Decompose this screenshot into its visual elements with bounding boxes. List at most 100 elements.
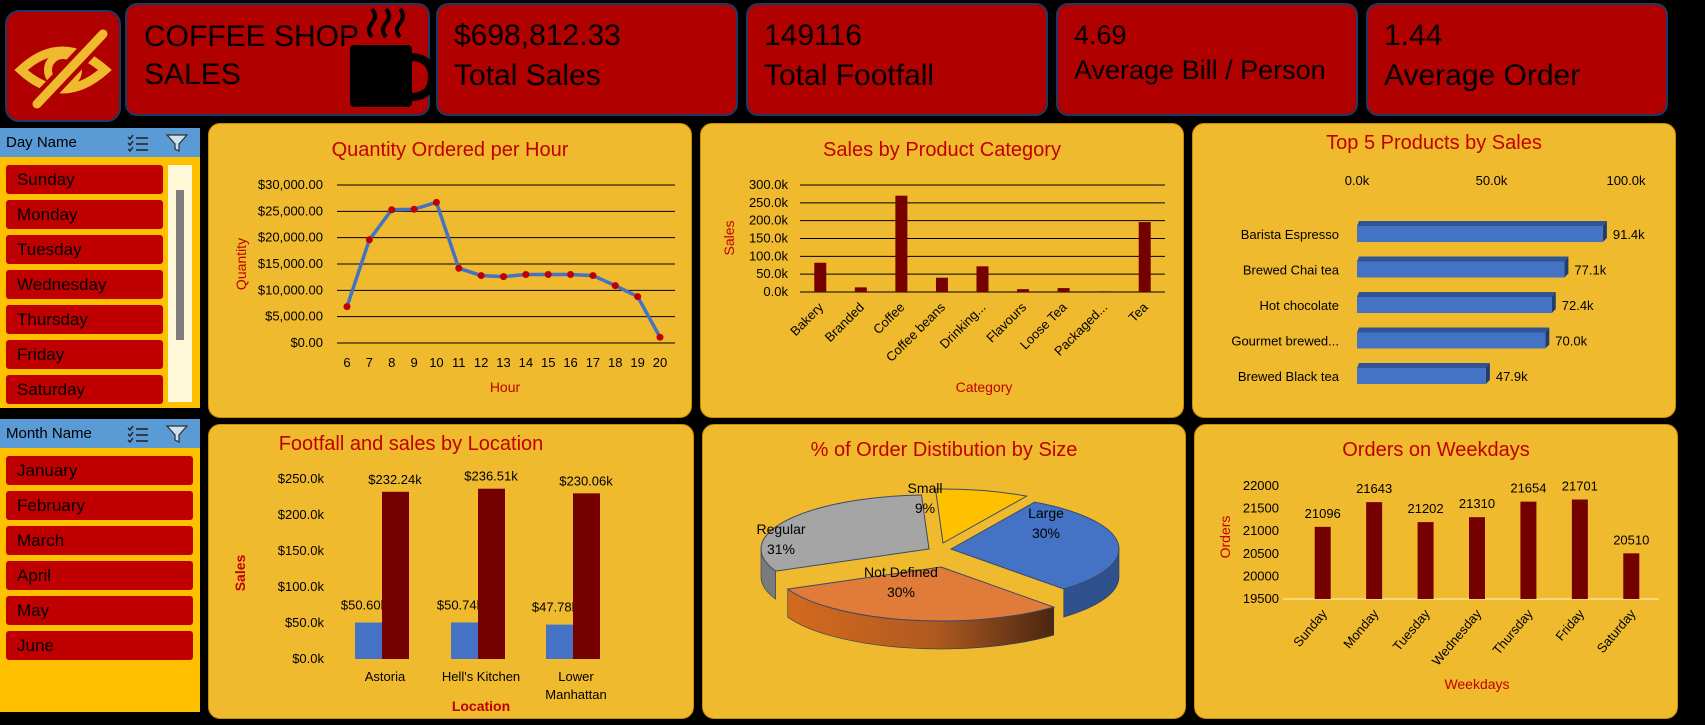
- x-tick-label: Branded: [822, 300, 867, 345]
- data-label: 47.9k: [1496, 369, 1528, 384]
- dashboard-title-line1: COFFEE SHOP: [144, 20, 360, 53]
- data-point: [522, 271, 530, 279]
- y-tick-label: Brewed Chai tea: [1243, 263, 1340, 278]
- location-bar: [478, 488, 505, 659]
- scrollbar-thumb[interactable]: [176, 190, 184, 340]
- avg-bill-label: Average Bill / Person: [1074, 55, 1326, 85]
- data-point: [656, 333, 664, 341]
- x-tick-label: 11: [452, 355, 466, 370]
- x-tick-label: 19: [630, 355, 644, 370]
- panel-top-products: Top 5 Products by Sales 0.0k 50.0k 100.0k B…: [1192, 123, 1676, 418]
- x-tick-label: 10: [429, 355, 443, 370]
- day-name-slicer: Day Name Sunday Monday Tuesday Wednesday Thu…: [0, 128, 200, 408]
- x-tick-label: Tea: [1125, 299, 1151, 325]
- y-tick-label: $50.0k: [285, 615, 325, 630]
- total-sales-label: Total Sales: [454, 59, 601, 92]
- slicer-item-june[interactable]: June: [6, 631, 193, 660]
- slicer-item-april[interactable]: April: [6, 561, 193, 590]
- x-tick-label: Coffee: [870, 300, 908, 338]
- y-tick-label: $0.00: [290, 335, 323, 350]
- data-point: [388, 206, 396, 214]
- slice-label: Regular: [756, 521, 805, 537]
- category-bar: [814, 262, 827, 292]
- slice-label: Small: [907, 480, 942, 496]
- y-axis-label: Orders: [1217, 516, 1233, 559]
- y-tick-label: $15,000.00: [258, 256, 323, 271]
- data-label: $47.78k: [532, 600, 579, 615]
- slicer-item-may[interactable]: May: [6, 596, 193, 625]
- bar-top-face: [1357, 363, 1490, 368]
- product-bar: [1357, 261, 1565, 278]
- location-bar: [573, 493, 600, 659]
- weekday-bar: [1417, 522, 1434, 599]
- weekday-bar: [1623, 553, 1640, 599]
- x-tick-label: Hell's Kitchen: [442, 669, 520, 684]
- slicer-item-sunday[interactable]: Sunday: [6, 165, 163, 194]
- category-bar: [854, 287, 867, 292]
- kpi-total-footfall: 149116 Total Footfall: [746, 3, 1048, 116]
- x-axis-label: Location: [452, 698, 510, 714]
- multi-select-icon[interactable]: [127, 425, 149, 443]
- slicer-scrollbar[interactable]: [168, 165, 192, 402]
- y-tick-label: $20,000.00: [258, 230, 323, 245]
- y-tick-label: $200.0k: [278, 507, 325, 522]
- y-tick-label: Brewed Black tea: [1238, 369, 1340, 384]
- total-sales-value: $698,812.33: [454, 19, 621, 52]
- x-axis-label: Weekdays: [1444, 676, 1509, 692]
- category-bar: [935, 277, 948, 292]
- avg-order-value: 1.44: [1384, 19, 1443, 52]
- eye-slash-icon: [14, 27, 112, 111]
- category-bar: [1138, 222, 1151, 292]
- x-axis-label: Category: [956, 379, 1013, 395]
- x-tick-label: 12: [474, 355, 488, 370]
- x-tick-label: 16: [563, 355, 577, 370]
- slicer-item-saturday[interactable]: Saturday: [6, 375, 163, 404]
- slicer-header: Month Name: [0, 419, 200, 448]
- y-tick-label: $5,000.00: [265, 309, 323, 324]
- data-point: [343, 303, 351, 311]
- panel-quantity-per-hour: Quantity Ordered per Hour $0.00 $5,000.00…: [208, 123, 692, 418]
- data-label: $232.24k: [368, 472, 422, 487]
- x-axis-label: Hour: [490, 379, 521, 395]
- data-label: 20510: [1613, 532, 1649, 547]
- data-point: [544, 271, 552, 279]
- x-tick-label: 20: [653, 355, 667, 370]
- y-tick-label: $100.0k: [278, 579, 325, 594]
- y-tick-label: 20500: [1243, 546, 1279, 561]
- logo-tile: [5, 10, 121, 122]
- product-bar: [1357, 332, 1546, 349]
- location-bar: [355, 622, 382, 659]
- weekday-bar: [1366, 502, 1383, 599]
- slicer-item-january[interactable]: January: [6, 456, 193, 485]
- slicer-item-monday[interactable]: Monday: [6, 200, 163, 229]
- slicer-item-thursday[interactable]: Thursday: [6, 305, 163, 334]
- x-tick-label: 50.0k: [1476, 173, 1508, 188]
- category-bar: [1017, 289, 1030, 292]
- data-label: 70.0k: [1555, 334, 1587, 349]
- product-bar: [1357, 368, 1486, 384]
- clear-filter-icon[interactable]: [165, 133, 189, 153]
- bar-top-face: [1357, 221, 1607, 226]
- slice-percent: 31%: [767, 541, 795, 557]
- y-tick-label: 0.0k: [763, 284, 788, 299]
- weekday-orders-chart: 19500 20000 20500 21000 21500 22000 21096 Sunda…: [1217, 478, 1659, 692]
- multi-select-icon[interactable]: [127, 134, 149, 152]
- y-tick-label: 100.0k: [749, 248, 789, 263]
- slicer-item-tuesday[interactable]: Tuesday: [6, 235, 163, 264]
- kpi-title-card: COFFEE SHOP SALES: [125, 3, 432, 116]
- avg-order-label: Average Order: [1384, 59, 1581, 92]
- location-bar: [382, 491, 409, 659]
- weekday-bar: [1520, 501, 1537, 599]
- slicer-item-february[interactable]: February: [6, 491, 193, 520]
- y-tick-label: $30,000.00: [258, 177, 323, 192]
- x-tick-label: Lower: [558, 669, 594, 684]
- slicer-item-friday[interactable]: Friday: [6, 340, 163, 369]
- y-tick-label: Barista Espresso: [1241, 227, 1339, 242]
- data-label: 91.4k: [1613, 227, 1645, 242]
- data-point: [611, 282, 619, 290]
- slicer-item-march[interactable]: March: [6, 526, 193, 555]
- coffee-cup-icon: [350, 7, 432, 107]
- clear-filter-icon[interactable]: [165, 424, 189, 444]
- x-tick-label: Bakery: [787, 299, 827, 339]
- slicer-item-wednesday[interactable]: Wednesday: [6, 270, 163, 299]
